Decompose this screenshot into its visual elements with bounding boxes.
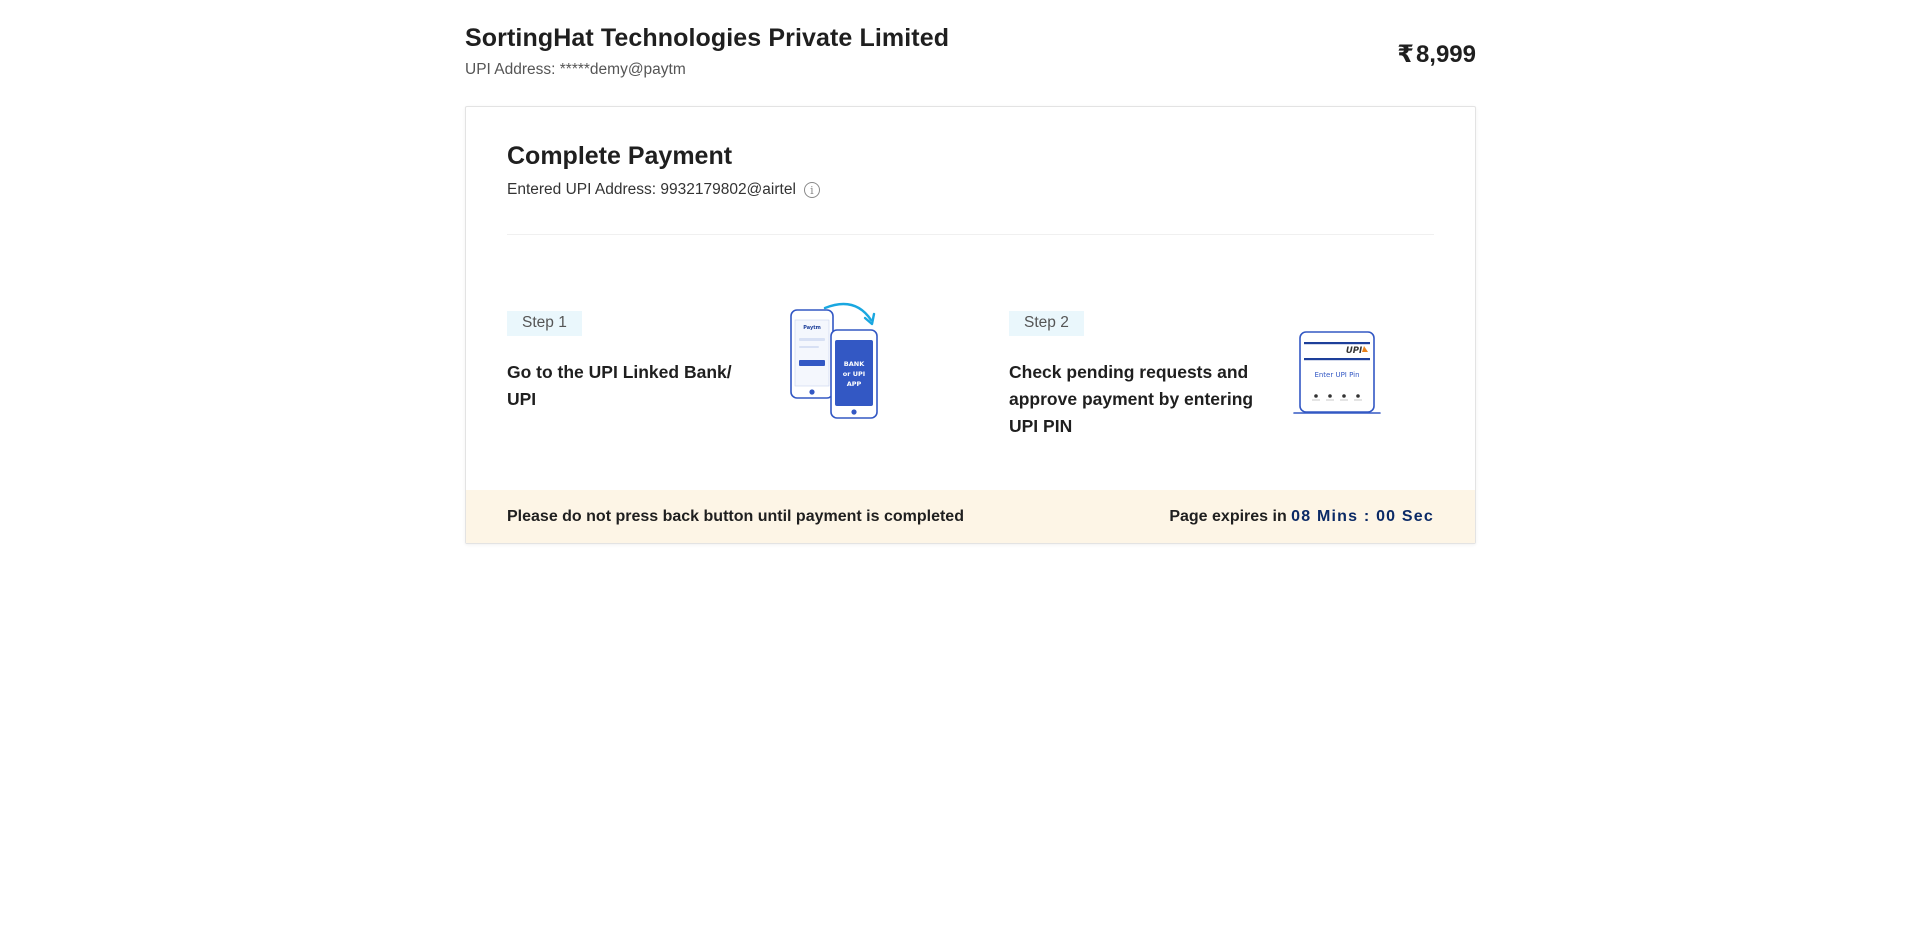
phone-label-line-3: APP — [847, 380, 862, 388]
rupee-icon: ₹ — [1397, 41, 1414, 68]
upi-logo: UPI — [1346, 346, 1362, 356]
enter-upi-pin-text: Enter UPI Pin — [1314, 371, 1359, 379]
payment-footer: Please do not press back button until pa… — [466, 490, 1475, 543]
page-expiry: Page expires in 08 Mins : 00 Sec — [1169, 508, 1434, 526]
step-instruction: Go to the UPI Linked Bank/ UPI — [507, 362, 732, 409]
payment-card: Complete Payment Entered UPI Address: 99… — [465, 106, 1476, 544]
card-title: Complete Payment — [507, 142, 733, 170]
entered-upi-row: Entered UPI Address: 9932179802@airtel i — [507, 181, 820, 199]
paytm-logo: Paytm — [803, 325, 821, 331]
divider — [507, 234, 1434, 235]
step-badge: Step 1 — [507, 311, 582, 336]
payment-page: SortingHat Technologies Private Limited … — [465, 0, 1476, 544]
countdown-timer: 08 Mins : 00 Sec — [1291, 507, 1434, 525]
step-badge: Step 2 — [1009, 311, 1084, 336]
merchant-name: SortingHat Technologies Private Limited — [465, 24, 950, 52]
payment-amount: ₹ 8,999 — [1397, 40, 1476, 69]
step-instruction: Check pending requests and approve payme… — [1009, 362, 1254, 436]
merchant-upi-address: UPI Address: *****demy@paytm — [465, 61, 686, 78]
phone-label-line-2: or UPI — [843, 370, 865, 378]
step-1: Step 1 Go to the UPI Linked Bank/ UPI — [507, 311, 752, 413]
step-2: Step 2 Check pending requests and approv… — [1009, 311, 1277, 440]
merchant-header: SortingHat Technologies Private Limited … — [465, 0, 1476, 106]
upi-pin-screen-icon: UPI Enter UPI Pin — [1293, 331, 1381, 414]
amount-value: 8,999 — [1415, 40, 1476, 68]
back-button-warning: Please do not press back button until pa… — [507, 507, 964, 525]
phone-label-line-1: BANK — [844, 360, 865, 368]
entered-upi-address: Entered UPI Address: 9932179802@airtel — [507, 181, 796, 198]
expiry-label: Page expires in — [1169, 507, 1292, 525]
phones-transfer-icon: Paytm BANK or UPI APP — [790, 302, 878, 419]
info-icon[interactable]: i — [803, 182, 820, 198]
